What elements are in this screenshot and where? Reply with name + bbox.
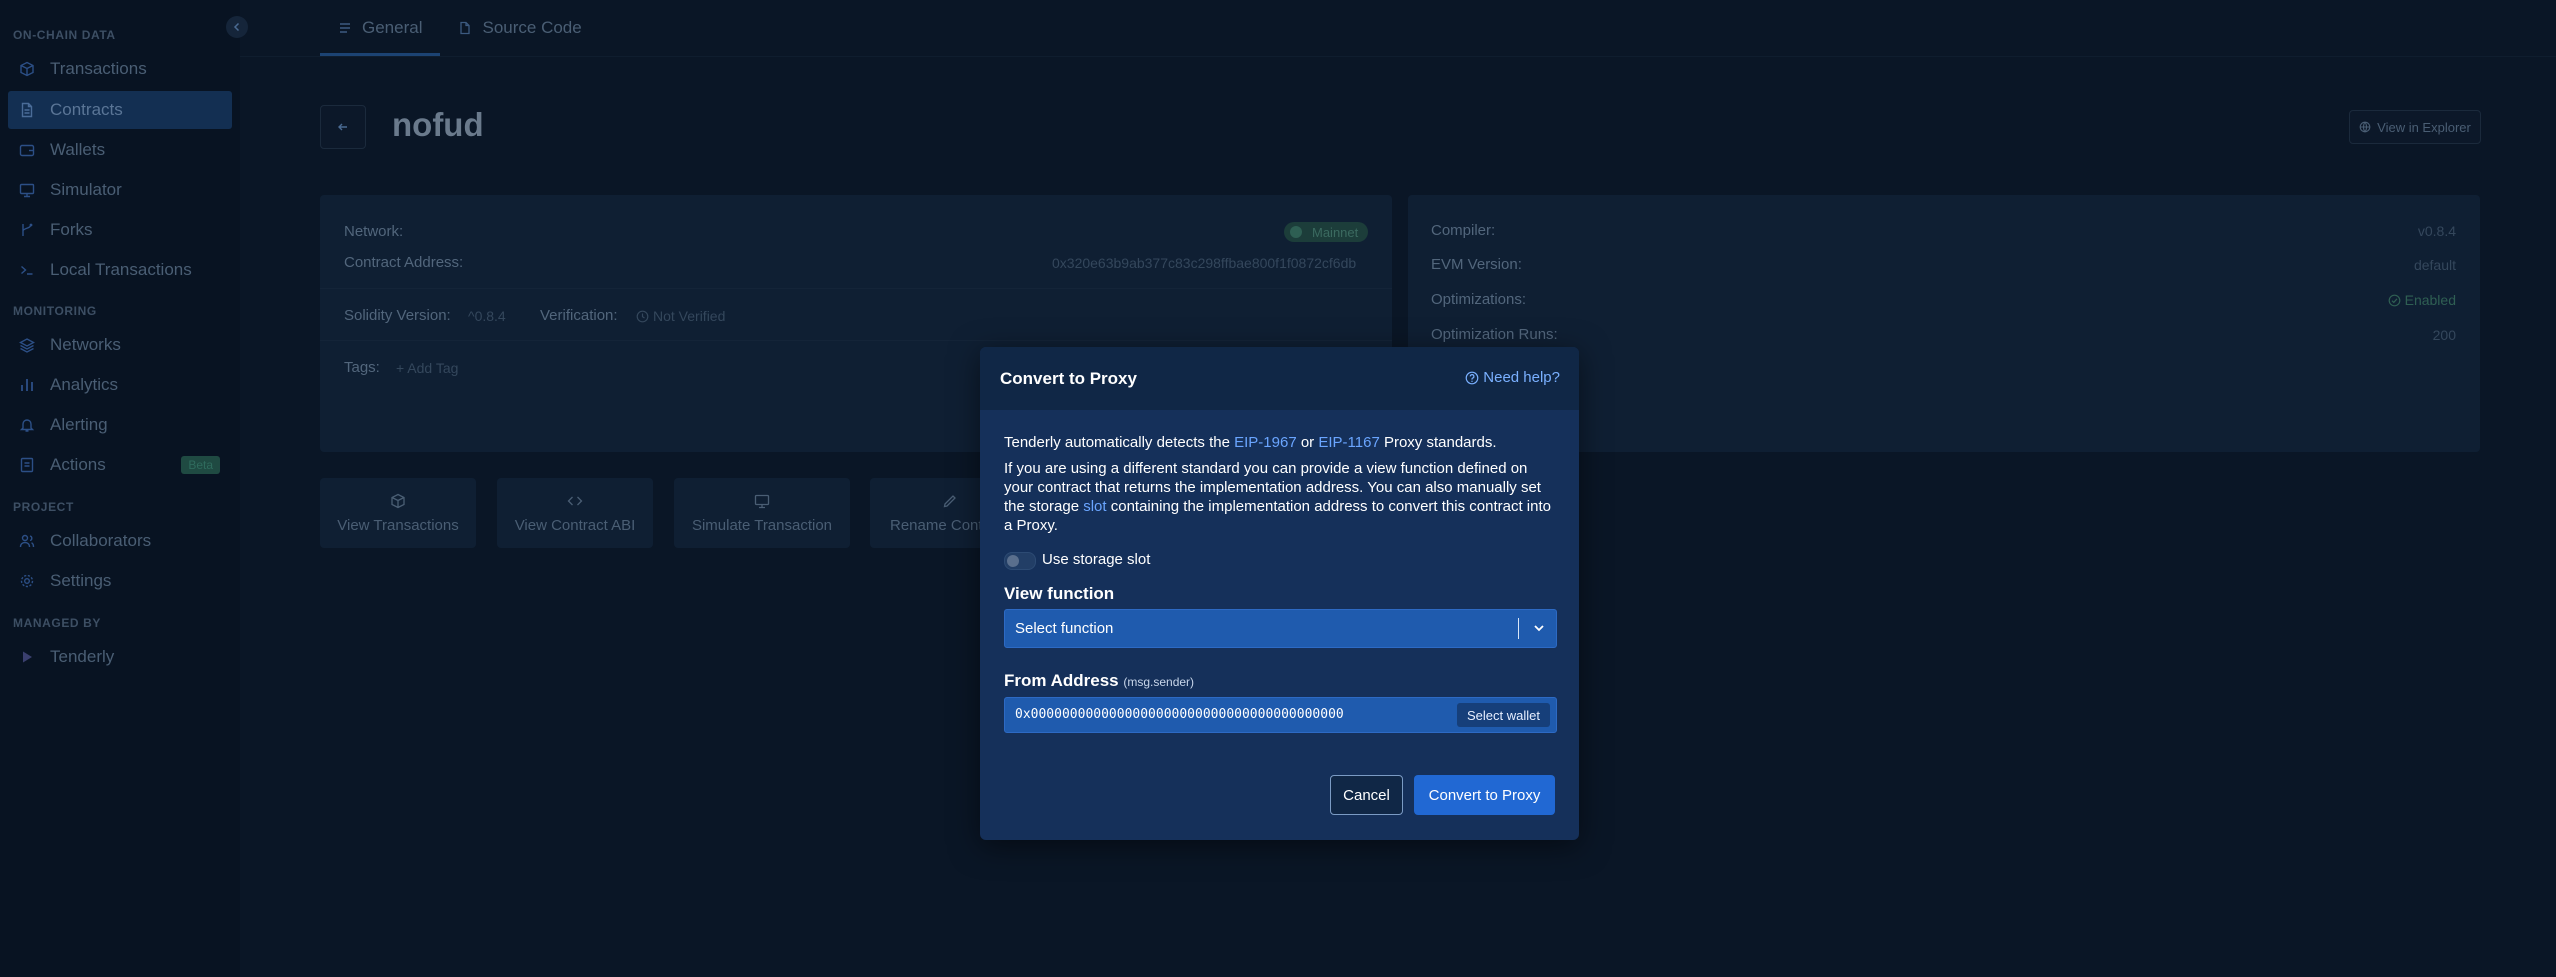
description-text: If you are using a different standard yo… (1004, 459, 1560, 535)
chevron-down-icon (1532, 621, 1546, 635)
eip-1967-link[interactable]: EIP-1967 (1234, 434, 1297, 451)
eip-1167-link[interactable]: EIP-1167 (1318, 434, 1379, 451)
from-address-value[interactable]: 0x00000000000000000000000000000000000000… (1015, 707, 1344, 722)
help-circle-icon (1465, 371, 1479, 385)
use-storage-slot-label: Use storage slot (1042, 551, 1151, 568)
storage-slot-link[interactable]: slot (1083, 498, 1106, 515)
intro-text: Tenderly automatically detects the EIP-1… (1004, 433, 1560, 452)
need-help-link[interactable]: Need help? (1465, 369, 1560, 386)
intro-text-part: Proxy standards. (1379, 434, 1497, 451)
convert-to-proxy-modal: Convert to Proxy Need help? Tenderly aut… (980, 347, 1579, 840)
from-address-hint: (msg.sender) (1123, 675, 1195, 689)
intro-text-part: or (1296, 434, 1319, 451)
from-address-label-text: From Address (1004, 671, 1119, 690)
modal-title: Convert to Proxy (1000, 369, 1137, 388)
view-function-label: View function (1004, 584, 1115, 603)
use-storage-slot-toggle[interactable] (1004, 552, 1036, 570)
cancel-button[interactable]: Cancel (1330, 775, 1403, 815)
toggle-knob (1007, 555, 1019, 567)
select-separator (1518, 618, 1519, 639)
modal-header: Convert to Proxy Need help? (980, 347, 1579, 410)
intro-text-part: Tenderly automatically detects the (1004, 434, 1235, 451)
from-address-label: From Address (msg.sender) (1004, 671, 1194, 691)
chevron-left-icon (233, 22, 240, 32)
from-address-input[interactable]: 0x00000000000000000000000000000000000000… (1004, 697, 1557, 733)
need-help-label: Need help? (1483, 369, 1560, 386)
view-function-select[interactable]: Select function (1004, 609, 1557, 648)
select-wallet-button[interactable]: Select wallet (1457, 703, 1550, 727)
sidebar-collapse-button[interactable] (226, 16, 248, 38)
convert-to-proxy-button[interactable]: Convert to Proxy (1414, 775, 1555, 815)
select-placeholder: Select function (1015, 620, 1114, 637)
